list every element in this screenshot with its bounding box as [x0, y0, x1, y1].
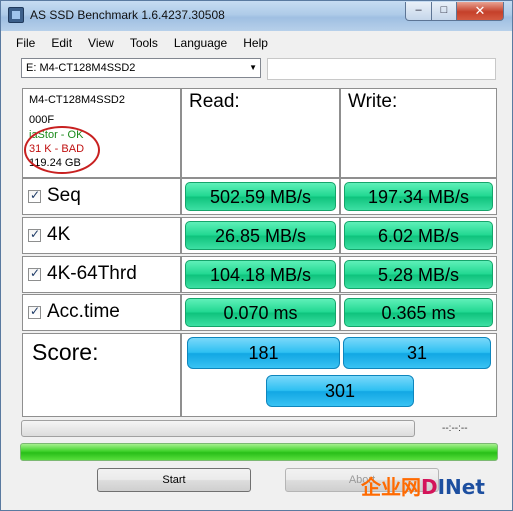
4k-checkbox[interactable] — [28, 227, 41, 242]
menu-help[interactable]: Help — [235, 33, 276, 53]
drive-dropdown[interactable]: E: M4-CT128M4SSD2 ▼ — [21, 58, 261, 78]
seq-write-result: 197.34 MB/s — [344, 182, 493, 211]
menu-language[interactable]: Language — [166, 33, 235, 53]
score-values-panel: 181 31 301 — [181, 333, 497, 417]
test-label: Acc.time — [47, 301, 120, 322]
score-label-panel: Score: — [22, 333, 181, 417]
test-progress-bar — [21, 420, 415, 437]
start-button[interactable]: Start — [97, 468, 251, 492]
chevron-down-icon: ▼ — [249, 63, 257, 72]
path-field[interactable] — [267, 58, 496, 80]
4k-read-result: 26.85 MB/s — [185, 221, 336, 250]
drive-info-panel: M4-CT128M4SSD2 000F iaStor - OK 31 K - B… — [22, 88, 181, 178]
maximize-button[interactable]: □ — [431, 2, 457, 21]
app-icon — [8, 7, 24, 23]
write-score: 31 — [343, 337, 491, 369]
test-label: Seq — [47, 185, 81, 206]
4k64-read-result: 104.18 MB/s — [185, 260, 336, 289]
acctime-read-result: 0.070 ms — [185, 298, 336, 327]
drive-firmware: 000F — [29, 114, 55, 126]
read-header-panel: Read: — [181, 88, 340, 178]
watermark-logo: 企业网DINet — [361, 471, 485, 500]
menu-bar: File Edit View Tools Language Help — [8, 33, 276, 53]
test-row-seq: Seq — [22, 178, 181, 215]
read-result-cell: 104.18 MB/s — [181, 256, 340, 293]
4k64-checkbox[interactable] — [28, 266, 41, 281]
main-panel: File Edit View Tools Language Help E: M4… — [8, 31, 505, 506]
title-bar[interactable]: AS SSD Benchmark 1.6.4237.30508 – □ ✕ — [1, 1, 512, 31]
write-result-cell: 5.28 MB/s — [340, 256, 497, 293]
write-result-cell: 0.365 ms — [340, 294, 497, 331]
seq-read-result: 502.59 MB/s — [185, 182, 336, 211]
watermark-d: D — [421, 475, 438, 499]
minimize-button[interactable]: – — [405, 2, 432, 21]
test-label: 4K-64Thrd — [47, 263, 137, 284]
acctime-write-result: 0.365 ms — [344, 298, 493, 327]
menu-tools[interactable]: Tools — [122, 33, 166, 53]
write-result-cell: 197.34 MB/s — [340, 178, 497, 215]
window-title: AS SSD Benchmark 1.6.4237.30508 — [30, 8, 225, 22]
close-button[interactable]: ✕ — [456, 2, 504, 21]
4k-write-result: 6.02 MB/s — [344, 221, 493, 250]
acctime-checkbox[interactable] — [28, 304, 41, 319]
drive-dropdown-value: E: M4-CT128M4SSD2 — [26, 62, 136, 74]
read-score: 181 — [187, 337, 340, 369]
write-header-panel: Write: — [340, 88, 497, 178]
read-result-cell: 0.070 ms — [181, 294, 340, 331]
4k64-write-result: 5.28 MB/s — [344, 260, 493, 289]
highlight-circle — [24, 126, 100, 174]
seq-checkbox[interactable] — [28, 188, 41, 203]
drive-model: M4-CT128M4SSD2 — [29, 94, 125, 106]
menu-edit[interactable]: Edit — [43, 33, 80, 53]
overall-progress-bar — [20, 443, 498, 461]
read-result-cell: 26.85 MB/s — [181, 217, 340, 254]
read-header: Read: — [189, 91, 240, 112]
write-result-cell: 6.02 MB/s — [340, 217, 497, 254]
score-label: Score: — [32, 339, 99, 365]
test-row-4k64: 4K-64Thrd — [22, 256, 181, 293]
read-result-cell: 502.59 MB/s — [181, 178, 340, 215]
watermark-net: INet — [437, 475, 485, 499]
menu-view[interactable]: View — [80, 33, 122, 53]
write-header: Write: — [348, 91, 398, 112]
test-row-4k: 4K — [22, 217, 181, 254]
total-score: 301 — [266, 375, 414, 407]
test-label: 4K — [47, 224, 71, 245]
menu-file[interactable]: File — [8, 33, 43, 53]
test-row-acctime: Acc.time — [22, 294, 181, 331]
elapsed-time: --:--:-- — [442, 423, 468, 434]
app-window: AS SSD Benchmark 1.6.4237.30508 – □ ✕ Fi… — [0, 0, 513, 511]
watermark-cn: 企业网 — [361, 475, 421, 499]
